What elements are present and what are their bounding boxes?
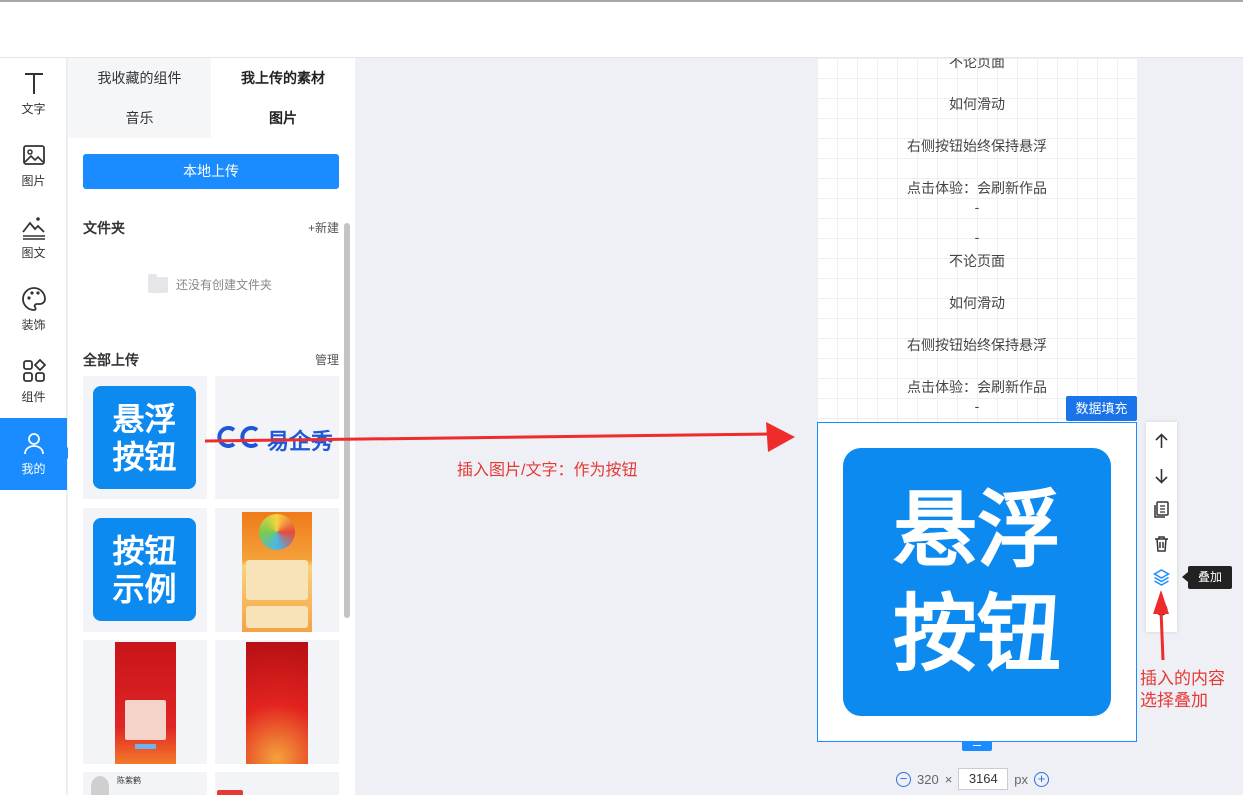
annotation-arrow-up xyxy=(1153,590,1169,661)
annotation-arrow-label: 插入图片/文字：作为按钮 xyxy=(457,462,638,479)
annotation-note-line2: 选择叠加 xyxy=(1140,691,1208,710)
